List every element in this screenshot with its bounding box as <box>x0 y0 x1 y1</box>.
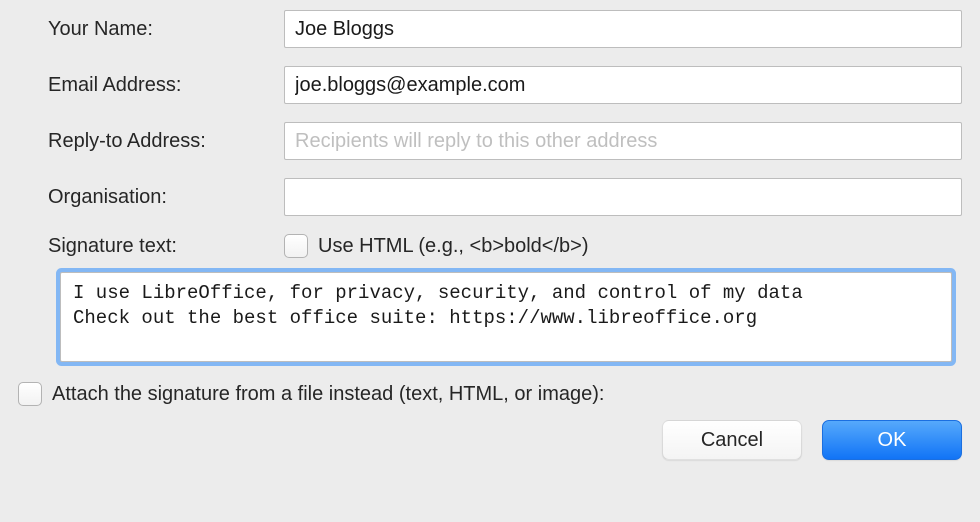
cancel-button[interactable]: Cancel <box>662 420 802 460</box>
label-organisation: Organisation: <box>18 186 284 209</box>
textarea-signature[interactable] <box>60 272 952 362</box>
signature-wrap <box>60 272 952 368</box>
input-reply-to[interactable] <box>284 122 962 160</box>
row-email: Email Address: <box>18 66 962 104</box>
account-form: Your Name: Email Address: Reply-to Addre… <box>0 0 980 258</box>
checkbox-attach-from-file[interactable] <box>18 382 42 406</box>
label-reply-to: Reply-to Address: <box>18 130 284 153</box>
input-organisation[interactable] <box>284 178 962 216</box>
label-use-html: Use HTML (e.g., <b>bold</b>) <box>318 235 589 258</box>
ok-button[interactable]: OK <box>822 420 962 460</box>
row-attach-from-file: Attach the signature from a file instead… <box>18 382 962 406</box>
row-signature-header: Signature text: Use HTML (e.g., <b>bold<… <box>18 234 962 258</box>
checkbox-use-html[interactable] <box>284 234 308 258</box>
label-signature: Signature text: <box>18 235 284 258</box>
input-email[interactable] <box>284 66 962 104</box>
row-your-name: Your Name: <box>18 10 962 48</box>
label-email: Email Address: <box>18 74 284 97</box>
input-your-name[interactable] <box>284 10 962 48</box>
label-your-name: Your Name: <box>18 18 284 41</box>
row-reply-to: Reply-to Address: <box>18 122 962 160</box>
row-organisation: Organisation: <box>18 178 962 216</box>
label-attach-from-file: Attach the signature from a file instead… <box>52 383 604 406</box>
dialog-buttons: Cancel OK <box>0 420 980 472</box>
